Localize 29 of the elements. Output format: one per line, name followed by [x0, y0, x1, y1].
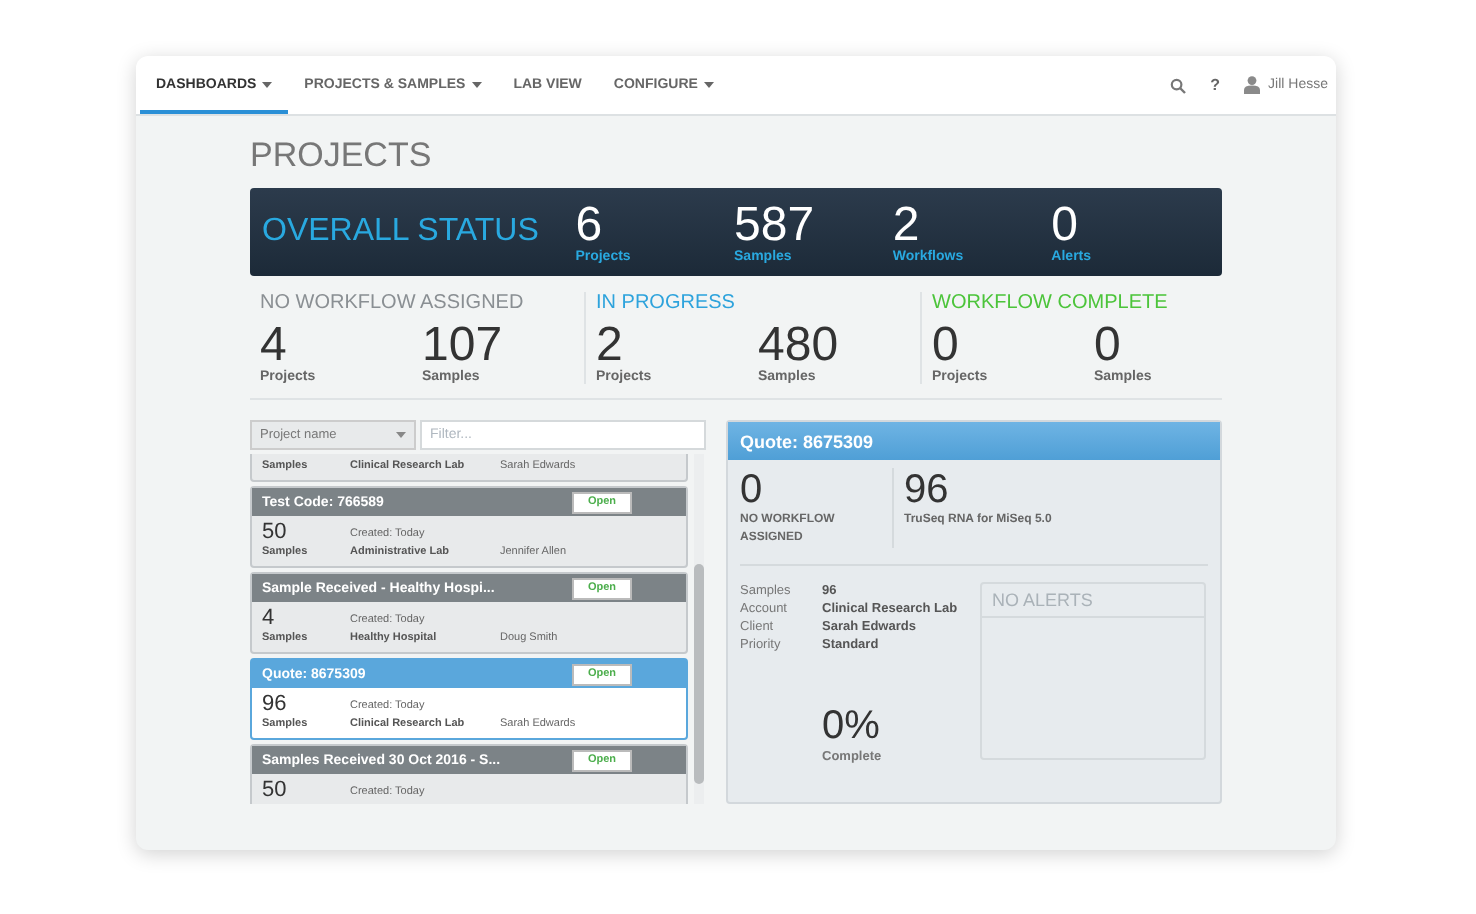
stat-value: 96 — [904, 468, 951, 512]
scrollbar-thumb[interactable] — [694, 564, 704, 784]
alerts-title: NO ALERTS — [982, 584, 1204, 618]
group-title: IN PROGRESS — [596, 292, 737, 314]
user-icon — [1244, 76, 1261, 94]
banner-title: OVERALL STATUS — [262, 214, 541, 250]
stat-value: 480 — [758, 322, 841, 370]
stat-value: 107 — [422, 322, 505, 370]
stat-value: 4 — [260, 322, 287, 370]
page-title: PROJECTS — [250, 136, 434, 176]
stat-value: 587 — [734, 201, 817, 249]
progress-value: 0% — [822, 704, 882, 750]
help-button[interactable]: ? — [1202, 56, 1229, 114]
stat-value: 2 — [596, 322, 623, 370]
sample-count: 96 — [262, 694, 289, 716]
stat-value: 0 — [740, 468, 765, 512]
stat-value: 0 — [1051, 201, 1079, 249]
group-title: WORKFLOW COMPLETE — [932, 292, 1170, 314]
stat-value: 6 — [575, 201, 603, 249]
caret-icon — [396, 432, 406, 438]
stat-value: 0 — [932, 322, 959, 370]
search-icon[interactable] — [1170, 77, 1187, 93]
sample-count: 4 — [262, 608, 277, 630]
stat-value: 2 — [892, 201, 920, 249]
sample-count: 50 — [262, 522, 289, 544]
group-title: NO WORKFLOW ASSIGNED — [260, 292, 526, 314]
detail-title: Quote: 8675309 — [728, 422, 1220, 460]
sample-count: 50 — [262, 780, 289, 802]
stat-value: 0 — [1094, 322, 1121, 370]
